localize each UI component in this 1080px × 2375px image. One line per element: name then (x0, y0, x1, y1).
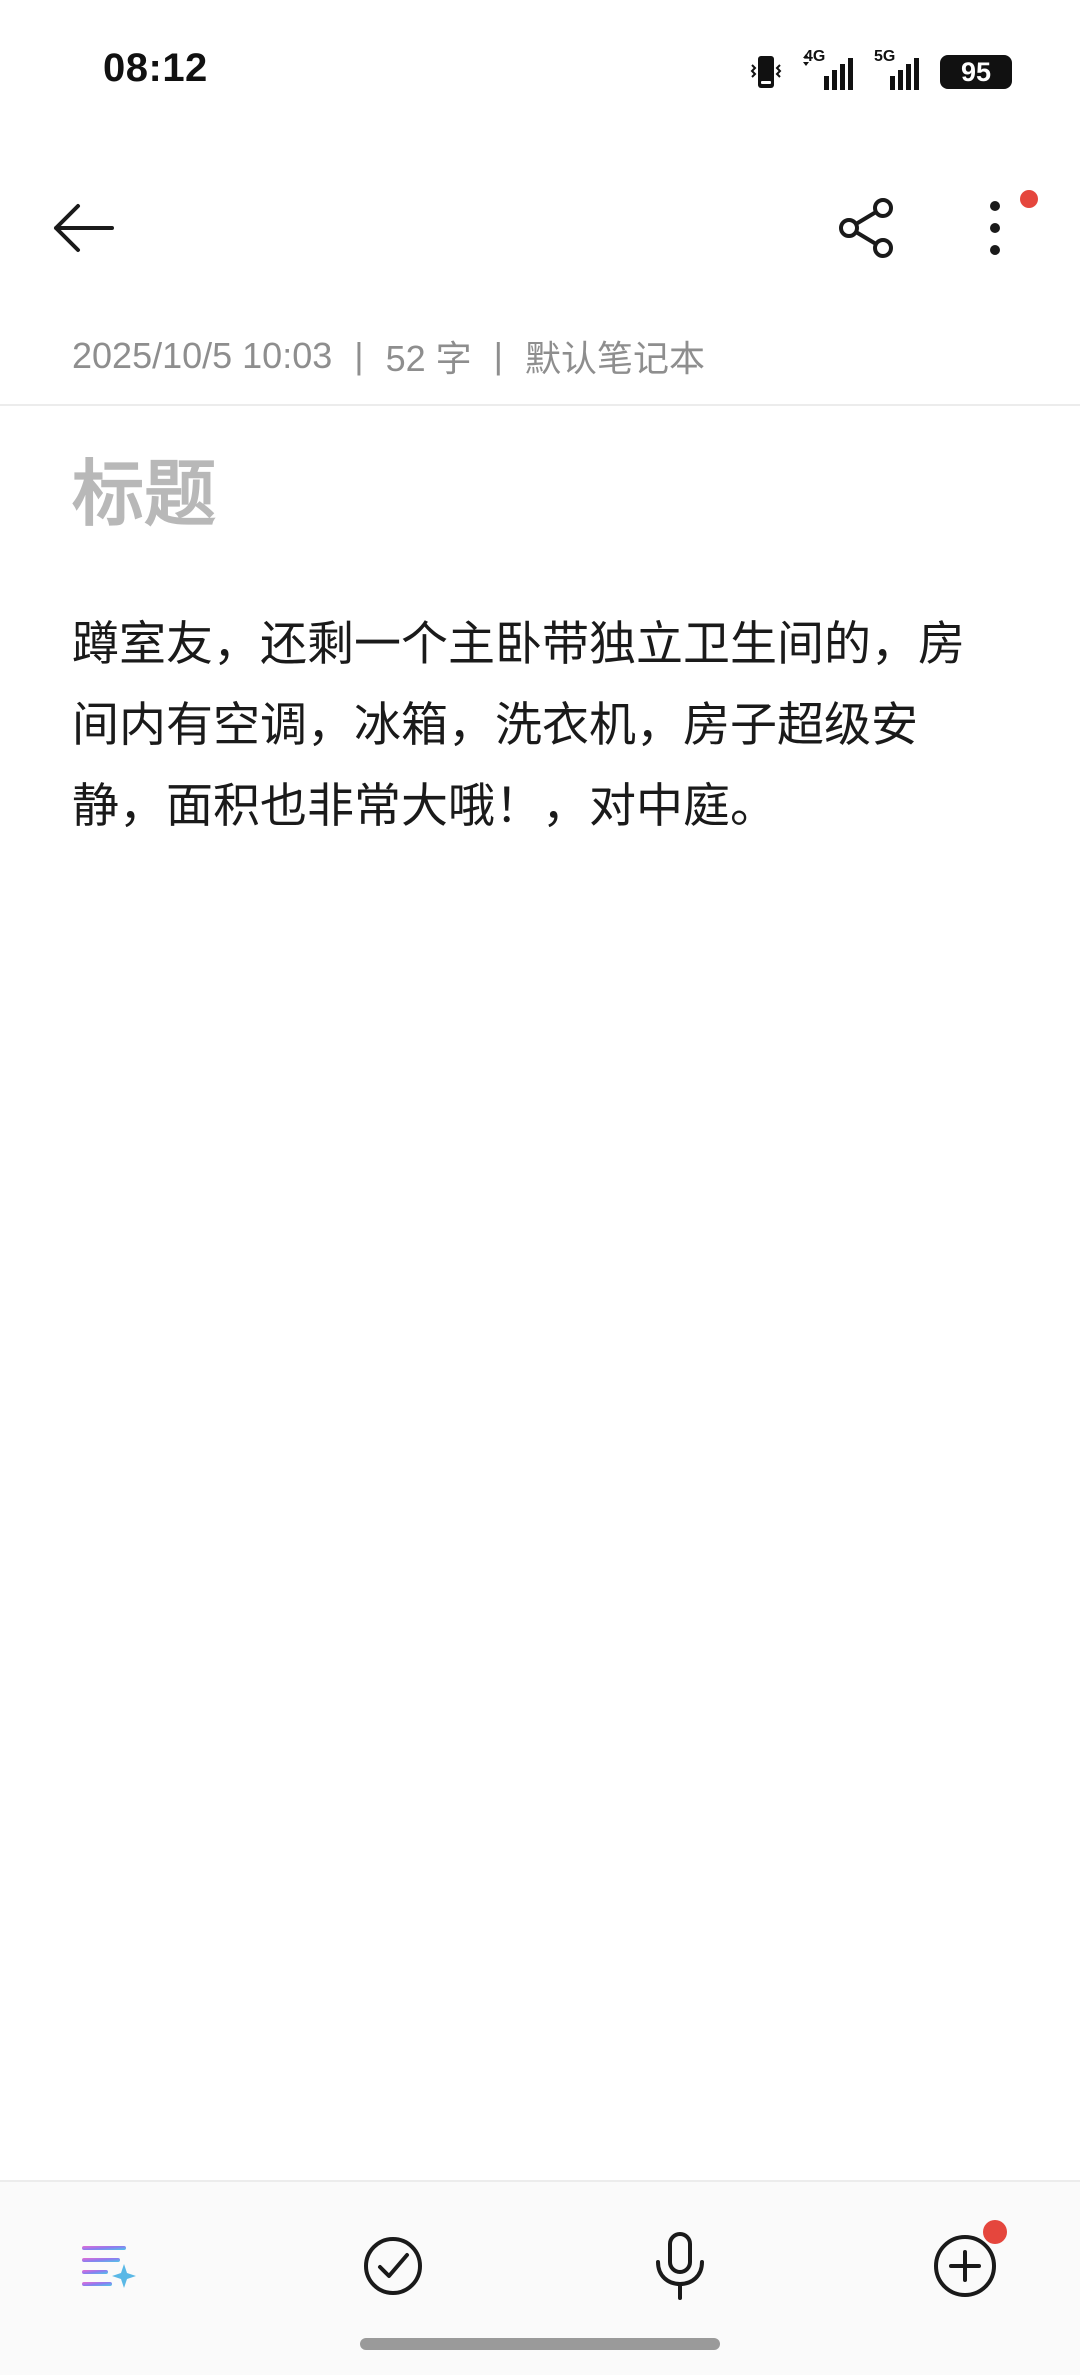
app-bar (0, 175, 1080, 285)
battery-icon: 95 (940, 55, 1012, 89)
notification-dot (983, 2220, 1007, 2244)
checklist-button[interactable] (343, 2218, 443, 2318)
add-button[interactable] (915, 2218, 1015, 2318)
microphone-icon (648, 2230, 712, 2306)
ai-format-icon (76, 2234, 140, 2302)
signal-5g-icon: 5G (874, 48, 926, 92)
note-body-editor[interactable]: 蹲室友，还剩一个主卧带独立卫生间的，房间内有空调，冰箱，洗衣机，房子超级安静，面… (72, 604, 1002, 847)
signal-4g-icon: 4G (800, 48, 860, 92)
ai-format-button[interactable] (58, 2218, 158, 2318)
status-icons: 4G 5G 95 (746, 48, 1012, 96)
note-meta: 2025/10/5 10:03 | 52 字 | 默认笔记本 (72, 330, 705, 382)
meta-separator: | (354, 335, 364, 376)
divider (0, 404, 1080, 406)
back-arrow-icon (48, 198, 118, 262)
notification-dot (1020, 190, 1038, 208)
checklist-icon (361, 2234, 425, 2302)
note-word-count: 52 字 (385, 338, 472, 379)
note-title-input[interactable]: 标题 (72, 454, 216, 534)
notebook-selector[interactable]: 默认笔记本 (525, 330, 705, 382)
share-icon (835, 196, 899, 264)
home-indicator[interactable] (360, 2338, 720, 2350)
share-button[interactable] (824, 187, 910, 273)
note-datetime: 2025/10/5 10:03 (72, 335, 333, 376)
network-label-5g: 5G (874, 48, 896, 65)
back-button[interactable] (40, 187, 126, 273)
network-label-4g: 4G (804, 48, 826, 65)
more-vertical-icon (985, 196, 1005, 264)
more-options-button[interactable] (952, 187, 1038, 273)
status-time: 08:12 (103, 46, 208, 90)
vibrate-icon (746, 52, 786, 92)
voice-input-button[interactable] (630, 2218, 730, 2318)
meta-separator: | (493, 335, 504, 376)
status-bar: 08:12 4G 5G 95 (0, 0, 1080, 140)
